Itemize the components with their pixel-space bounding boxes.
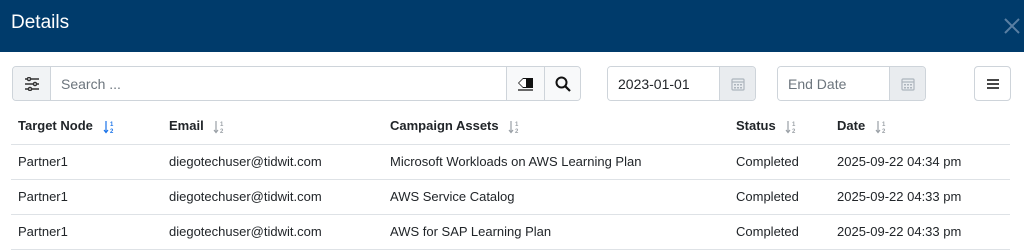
cell-target-node: Partner1 xyxy=(11,214,162,250)
close-button[interactable] xyxy=(1000,13,1024,39)
eraser-icon xyxy=(518,77,533,91)
table-row: Partner1 diegotechuser@tidwit.com AWS fo… xyxy=(11,214,1010,250)
cell-status: Completed xyxy=(729,179,830,215)
columns-menu-button[interactable] xyxy=(974,66,1011,101)
cell-status: Completed xyxy=(729,214,830,250)
end-date-input[interactable] xyxy=(778,67,889,100)
toolbar xyxy=(0,66,1024,102)
filter-button[interactable] xyxy=(13,67,51,100)
column-header-label: Status xyxy=(736,118,776,134)
column-header-email[interactable]: Email 1 2 xyxy=(162,109,383,145)
cell-email: diegotechuser@tidwit.com xyxy=(162,179,383,215)
search-icon xyxy=(555,76,571,92)
cell-date: 2025-09-22 04:33 pm xyxy=(830,179,1010,215)
svg-text:2: 2 xyxy=(792,129,796,134)
calendar-icon xyxy=(901,77,915,91)
cell-campaign-asset: Microsoft Workloads on AWS Learning Plan xyxy=(383,144,729,180)
table-row: Partner1 diegotechuser@tidwit.com AWS Se… xyxy=(11,179,1010,215)
column-header-label: Campaign Assets xyxy=(390,118,499,134)
start-date-input[interactable] xyxy=(608,67,719,100)
start-date-calendar-button[interactable] xyxy=(719,67,755,100)
end-date-calendar-button[interactable] xyxy=(889,67,925,100)
svg-text:1: 1 xyxy=(792,122,796,128)
sort-icon: 1 2 xyxy=(785,121,796,134)
clear-search-button[interactable] xyxy=(506,67,544,100)
column-header-status[interactable]: Status 1 2 xyxy=(729,109,830,145)
details-table: Target Node 1 2 Email 1 2 Campaign Asset… xyxy=(11,109,1010,250)
column-header-date[interactable]: Date 1 2 xyxy=(830,109,1010,145)
modal-header: Details xyxy=(0,0,1024,52)
sort-icon: 1 2 xyxy=(508,121,519,134)
cell-campaign-asset: AWS for SAP Learning Plan xyxy=(383,214,729,250)
start-date-group xyxy=(607,66,756,101)
sort-icon: 1 2 xyxy=(213,121,224,134)
column-header-label: Date xyxy=(837,118,866,134)
cell-campaign-asset: AWS Service Catalog xyxy=(383,179,729,215)
cell-target-node: Partner1 xyxy=(11,179,162,215)
sliders-icon xyxy=(24,76,39,91)
cell-target-node: Partner1 xyxy=(11,144,162,180)
column-header-label: Target Node xyxy=(18,118,93,134)
close-icon xyxy=(1004,18,1020,34)
svg-text:1: 1 xyxy=(515,122,519,128)
svg-text:1: 1 xyxy=(110,122,114,128)
column-header-target-node[interactable]: Target Node 1 2 xyxy=(11,109,162,145)
column-header-campaign-assets[interactable]: Campaign Assets 1 2 xyxy=(383,109,729,145)
column-header-label: Email xyxy=(169,118,204,134)
search-input[interactable] xyxy=(51,67,507,100)
svg-text:1: 1 xyxy=(882,122,886,128)
search-group xyxy=(12,66,581,101)
hamburger-icon xyxy=(986,78,999,89)
svg-text:2: 2 xyxy=(882,129,886,134)
svg-text:2: 2 xyxy=(220,129,224,134)
svg-text:2: 2 xyxy=(110,129,114,134)
cell-status: Completed xyxy=(729,144,830,180)
cell-date: 2025-09-22 04:34 pm xyxy=(830,144,1010,180)
table-row: Partner1 diegotechuser@tidwit.com Micros… xyxy=(11,144,1010,180)
cell-date: 2025-09-22 04:33 pm xyxy=(830,214,1010,250)
search-button[interactable] xyxy=(544,67,580,100)
sort-icon: 1 2 xyxy=(875,121,886,134)
svg-text:2: 2 xyxy=(515,129,519,134)
table-header-row: Target Node 1 2 Email 1 2 Campaign Asset… xyxy=(11,109,1010,145)
cell-email: diegotechuser@tidwit.com xyxy=(162,144,383,180)
calendar-icon xyxy=(731,77,745,91)
modal-title: Details xyxy=(11,12,70,33)
end-date-group xyxy=(777,66,926,101)
svg-text:1: 1 xyxy=(220,122,224,128)
sort-icon: 1 2 xyxy=(103,121,114,134)
cell-email: diegotechuser@tidwit.com xyxy=(162,214,383,250)
